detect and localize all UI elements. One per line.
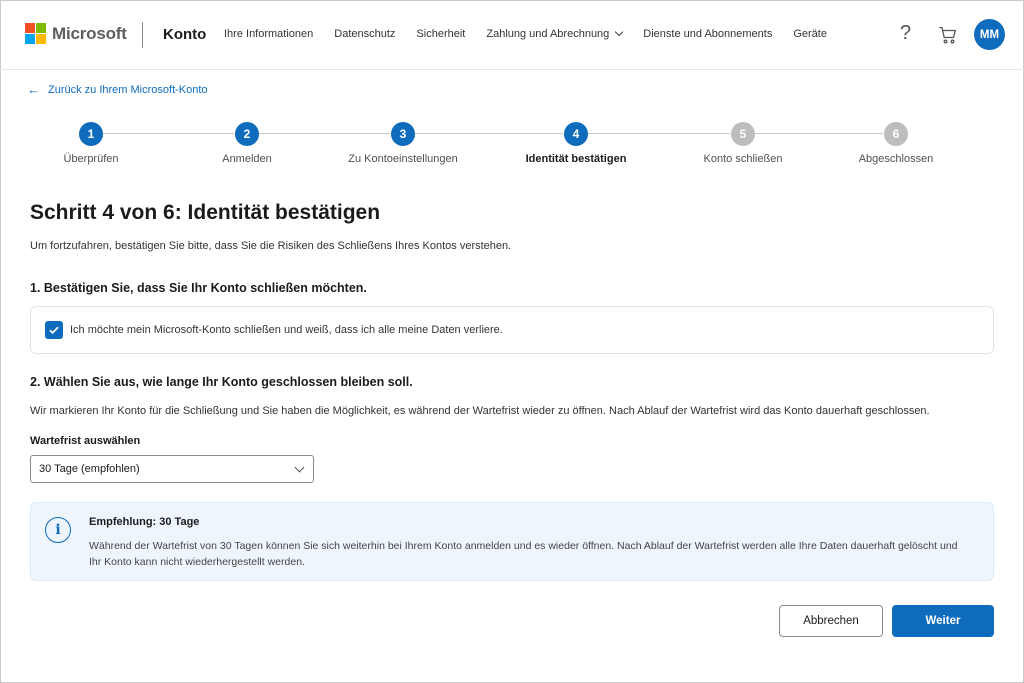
- avatar[interactable]: MM: [974, 19, 1005, 50]
- step-1-label: Überprüfen: [63, 153, 119, 165]
- arrow-left-icon: ←: [27, 82, 40, 97]
- info-box: i Empfehlung: 30 Tage Während der Wartef…: [30, 502, 994, 581]
- cart-icon[interactable]: [938, 25, 958, 45]
- microsoft-logo-icon: [25, 23, 46, 44]
- step-6-circle: 6: [884, 122, 908, 146]
- info-title: Empfehlung: 30 Tage: [89, 516, 200, 528]
- confirm-checkbox-label[interactable]: Ich möchte mein Microsoft-Konto schließe…: [70, 324, 503, 336]
- info-icon: i: [45, 517, 71, 543]
- step-4-label: Identität bestätigen: [525, 153, 627, 165]
- waiting-period-select[interactable]: 30 Tage (empfohlen): [30, 455, 314, 483]
- waiting-period-value: 30 Tage (empfohlen): [39, 463, 140, 475]
- step-5-label: Konto schließen: [703, 153, 783, 165]
- step-connector: [588, 133, 730, 134]
- main-nav: Ihre Informationen Datenschutz Sicherhei…: [224, 27, 848, 40]
- nav-item-sicherheit[interactable]: Sicherheit: [416, 28, 465, 40]
- step-connector: [755, 133, 883, 134]
- section-1-heading: 1. Bestätigen Sie, dass Sie Ihr Konto sc…: [30, 281, 367, 295]
- next-button[interactable]: Weiter: [892, 605, 994, 637]
- top-header: Microsoft Konto Ihre Informationen Daten…: [0, 0, 1024, 70]
- step-1-circle: 1: [79, 122, 103, 146]
- step-6-label: Abgeschlossen: [858, 153, 934, 165]
- step-2-label: Anmelden: [222, 153, 272, 165]
- confirm-checkbox[interactable]: [45, 321, 63, 339]
- step-3-label: Zu Kontoeinstellungen: [348, 153, 458, 165]
- chevron-down-icon: [294, 462, 305, 473]
- step-3-circle: 3: [391, 122, 415, 146]
- step-2-circle: 2: [235, 122, 259, 146]
- info-text: Während der Wartefrist von 30 Tagen könn…: [89, 540, 958, 568]
- page-subtitle: Um fortzufahren, bestätigen Sie bitte, d…: [30, 240, 512, 252]
- header-divider: [142, 22, 143, 48]
- page-title: Schritt 4 von 6: Identität bestätigen: [30, 201, 381, 224]
- step-connector: [259, 133, 390, 134]
- back-link[interactable]: ← Zurück zu Ihrem Microsoft-Konto: [27, 82, 208, 97]
- checkmark-icon: [49, 326, 59, 335]
- nav-item-geraete[interactable]: Geräte: [793, 28, 827, 40]
- section-2-description: Wir markieren Ihr Konto für die Schließu…: [30, 405, 930, 417]
- nav-item-zahlung[interactable]: Zahlung und Abrechnung: [486, 27, 624, 40]
- cancel-button[interactable]: Abbrechen: [779, 605, 883, 637]
- nav-item-datenschutz[interactable]: Datenschutz: [334, 28, 395, 40]
- header-section-title[interactable]: Konto: [163, 26, 206, 43]
- nav-item-dienste[interactable]: Dienste und Abonnements: [643, 28, 772, 40]
- waiting-period-label: Wartefrist auswählen: [30, 435, 141, 447]
- microsoft-logo[interactable]: Microsoft: [25, 23, 127, 44]
- nav-item-ihre-informationen[interactable]: Ihre Informationen: [224, 28, 313, 40]
- brand-name: Microsoft: [52, 23, 127, 43]
- step-connector: [415, 133, 563, 134]
- chevron-down-icon: [615, 27, 624, 37]
- step-5-circle: 5: [731, 122, 755, 146]
- help-icon[interactable]: ?: [900, 22, 911, 45]
- confirm-box: Ich möchte mein Microsoft-Konto schließe…: [30, 306, 994, 354]
- section-2-heading: 2. Wählen Sie aus, wie lange Ihr Konto g…: [30, 375, 413, 389]
- step-connector: [103, 133, 234, 134]
- step-4-circle: 4: [564, 122, 588, 146]
- nav-item-zahlung-label: Zahlung und Abrechnung: [486, 28, 610, 40]
- back-link-label: Zurück zu Ihrem Microsoft-Konto: [48, 83, 208, 96]
